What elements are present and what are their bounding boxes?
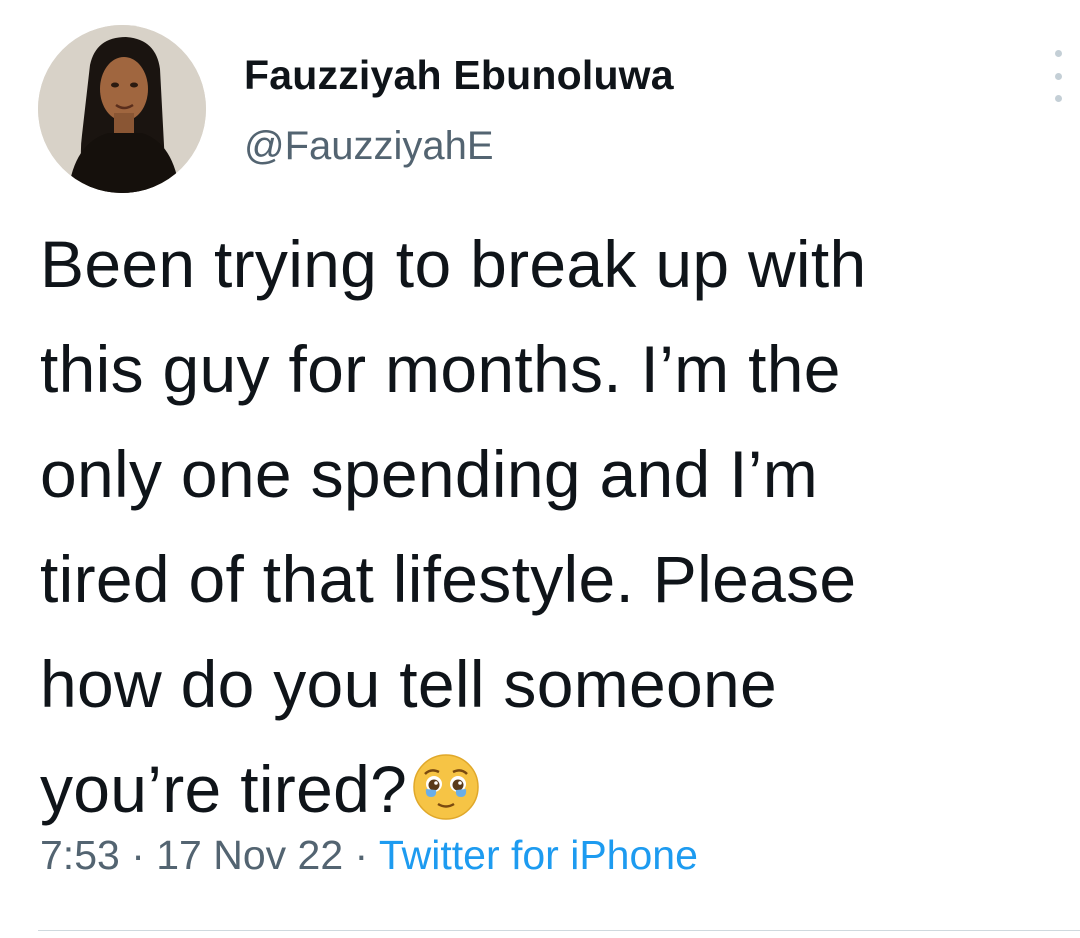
meta-separator: · (343, 832, 379, 878)
tweet-source-link[interactable]: Twitter for iPhone (379, 832, 698, 878)
more-dot (1054, 50, 1062, 57)
author-handle[interactable]: @FauzziyahE (244, 124, 494, 169)
more-options-icon[interactable] (1044, 50, 1072, 102)
tweet-date[interactable]: 17 Nov 22 (156, 832, 343, 878)
more-dot (1054, 95, 1062, 102)
tweet-time[interactable]: 7:53 (40, 832, 120, 878)
tweet-card: Fauzziyah Ebunoluwa @FauzziyahE Been try… (0, 0, 1080, 938)
tweet-text-line: Been trying to break up with (40, 227, 867, 301)
tweet-text: Been trying to break up with this guy fo… (40, 212, 1050, 852)
tweet-text-line: how do you tell someone (40, 647, 778, 721)
more-dot (1054, 72, 1062, 80)
tweet-meta: 7:53 · 17 Nov 22 · Twitter for iPhone (40, 832, 698, 879)
avatar[interactable] (38, 25, 206, 193)
meta-separator: · (119, 832, 157, 878)
tweet-text-line: tired of that lifestyle. Please (40, 542, 857, 616)
tweet-text-line: only one spending and I’m (40, 437, 819, 511)
tweet-text-last-words: you’re tired? (40, 752, 408, 826)
author-display-name[interactable]: Fauzziyah Ebunoluwa (244, 52, 674, 99)
tweet-text-line: this guy for months. I’m the (40, 332, 841, 406)
divider (38, 930, 1080, 931)
